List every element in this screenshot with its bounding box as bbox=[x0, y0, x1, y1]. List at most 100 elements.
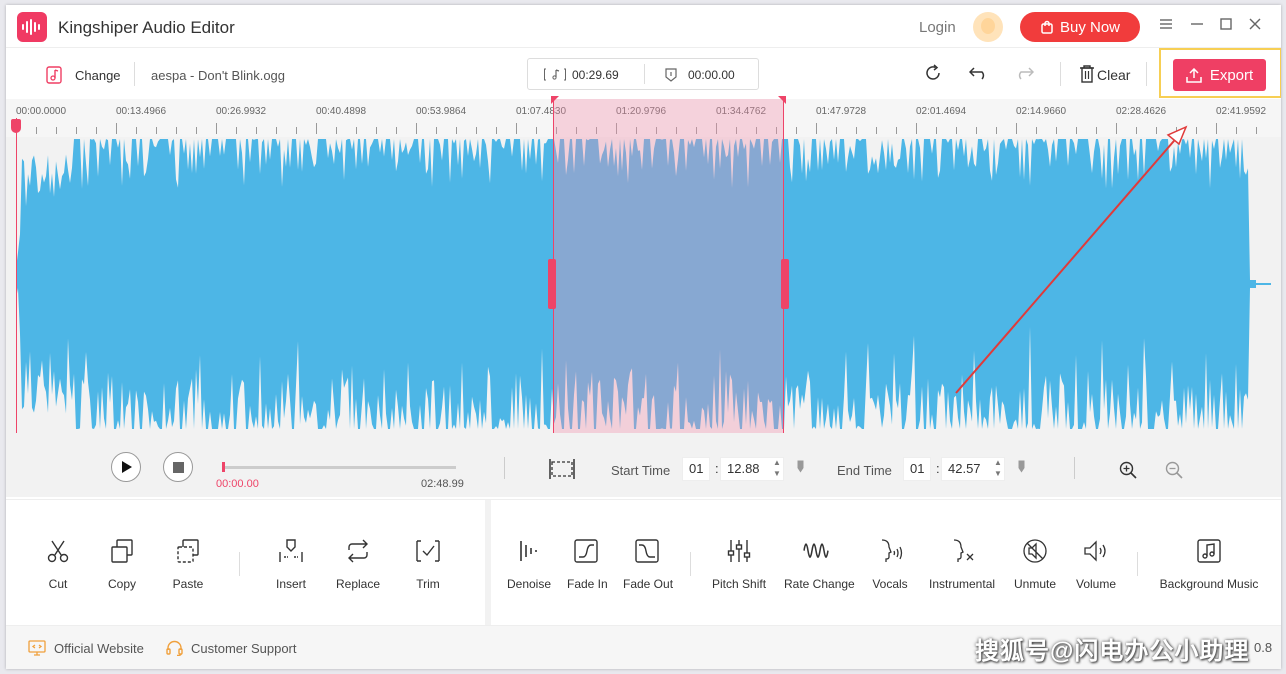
trim-icon bbox=[416, 540, 440, 562]
export-button[interactable]: Export bbox=[1173, 59, 1266, 91]
ruler-tick bbox=[536, 127, 537, 134]
trim-label: Trim bbox=[416, 577, 440, 591]
fade-out-icon bbox=[635, 539, 659, 563]
ruler-tick bbox=[396, 127, 397, 134]
play-button[interactable] bbox=[111, 452, 141, 482]
maximize-icon[interactable] bbox=[1218, 17, 1234, 33]
unmute-label: Unmute bbox=[1013, 577, 1057, 591]
refresh-icon[interactable] bbox=[924, 64, 942, 82]
select-range-icon[interactable] bbox=[549, 458, 575, 480]
avatar[interactable] bbox=[973, 12, 1003, 42]
rate-change-tool[interactable]: Rate Change bbox=[784, 538, 855, 591]
redo-icon[interactable] bbox=[1014, 66, 1034, 80]
replace-tool[interactable]: Replace bbox=[336, 538, 380, 591]
start-time-stepper[interactable]: ▲ ▼ bbox=[773, 457, 781, 479]
play-icon bbox=[122, 461, 132, 473]
copy-icon bbox=[111, 539, 133, 563]
official-website-link[interactable]: Official Website bbox=[28, 640, 144, 656]
ruler-tick bbox=[316, 123, 317, 134]
cut-label: Cut bbox=[48, 577, 68, 591]
title-bar: Kingshiper Audio Editor Login Buy Now bbox=[6, 5, 1281, 47]
pin-icon[interactable] bbox=[1018, 460, 1025, 473]
ruler-tick bbox=[516, 123, 517, 134]
zoom-out-icon[interactable] bbox=[1165, 461, 1183, 479]
official-website-label: Official Website bbox=[54, 640, 144, 656]
progress-handle[interactable] bbox=[222, 462, 225, 472]
selection-end-marker bbox=[777, 96, 786, 104]
ruler-tick bbox=[916, 123, 917, 134]
ruler-tick bbox=[36, 127, 37, 134]
ruler-tick bbox=[1236, 127, 1237, 134]
monitor-icon bbox=[28, 640, 46, 656]
volume-tool[interactable]: Volume bbox=[1075, 538, 1117, 591]
app-window: Kingshiper Audio Editor Login Buy Now Ch… bbox=[6, 5, 1281, 669]
watermark: 搜狐号@闪电办公小助理 bbox=[975, 638, 1250, 665]
end-time-stepper[interactable]: ▲ ▼ bbox=[994, 457, 1002, 479]
vocals-tool[interactable]: Vocals bbox=[872, 538, 908, 591]
tools-panel: Cut Copy Paste Insert Replace Trim Denoi… bbox=[6, 499, 1281, 626]
divider bbox=[239, 552, 240, 576]
customer-support-link[interactable]: Customer Support bbox=[166, 640, 297, 656]
change-button[interactable]: Change bbox=[75, 68, 121, 83]
ruler-tick bbox=[76, 127, 77, 134]
playback-progress[interactable] bbox=[222, 466, 456, 469]
selection-region[interactable] bbox=[548, 96, 789, 433]
cut-tool[interactable]: Cut bbox=[44, 538, 72, 591]
trash-icon[interactable] bbox=[1079, 65, 1095, 83]
copy-tool[interactable]: Copy bbox=[106, 538, 138, 591]
ruler-tick bbox=[196, 127, 197, 134]
mute-icon bbox=[1023, 539, 1047, 563]
timeline[interactable]: 00:00.0000 00:13.4966 00:26.9932 00:40.4898… bbox=[6, 96, 1281, 439]
selection-start-handle[interactable] bbox=[548, 259, 557, 309]
pin-icon[interactable] bbox=[797, 460, 804, 473]
login-link[interactable]: Login bbox=[919, 19, 956, 36]
music-file-icon[interactable] bbox=[46, 66, 62, 84]
ruler-tick bbox=[376, 127, 377, 134]
buy-now-label: Buy Now bbox=[1059, 18, 1121, 36]
fade-in-tool[interactable]: Fade In bbox=[567, 538, 608, 591]
ruler-tick bbox=[836, 127, 837, 134]
vocals-label: Vocals bbox=[872, 577, 908, 591]
selection-end-handle[interactable] bbox=[780, 259, 789, 309]
ruler-tick bbox=[496, 127, 497, 134]
ruler-time-label: 00:13.4966 bbox=[116, 106, 167, 117]
ruler-tick bbox=[856, 127, 857, 134]
zoom-in-icon[interactable] bbox=[1119, 461, 1137, 479]
selection-start-marker bbox=[551, 96, 560, 104]
background-music-tool[interactable]: Background Music bbox=[1158, 538, 1260, 591]
export-label: Export bbox=[1209, 66, 1254, 84]
playhead[interactable] bbox=[16, 118, 17, 433]
insert-tool[interactable]: Insert bbox=[274, 538, 308, 591]
pitch-shift-tool[interactable]: Pitch Shift bbox=[712, 538, 766, 591]
playhead-handle[interactable] bbox=[11, 119, 21, 133]
start-minutes-input[interactable]: 01 bbox=[682, 457, 710, 481]
unmute-tool[interactable]: Unmute bbox=[1013, 538, 1057, 591]
menu-icon[interactable] bbox=[1158, 17, 1174, 33]
ruler-tick bbox=[336, 127, 337, 134]
ruler-tick bbox=[796, 127, 797, 134]
ruler-tick bbox=[156, 127, 157, 134]
end-time-label: End Time bbox=[837, 463, 892, 478]
ruler-tick bbox=[256, 127, 257, 134]
file-name: aespa - Don't Blink.ogg bbox=[151, 68, 286, 83]
stop-button[interactable] bbox=[163, 452, 193, 482]
instrumental-tool[interactable]: Instrumental bbox=[929, 538, 995, 591]
headset-icon bbox=[166, 640, 183, 656]
minimize-icon[interactable] bbox=[1189, 17, 1205, 33]
music-note-icon bbox=[1197, 539, 1221, 563]
undo-icon[interactable] bbox=[969, 66, 989, 80]
fade-in-icon bbox=[574, 539, 598, 563]
fade-out-tool[interactable]: Fade Out bbox=[623, 538, 673, 591]
app-logo-icon bbox=[17, 12, 47, 42]
insert-icon bbox=[279, 539, 303, 562]
end-minutes-input[interactable]: 01 bbox=[903, 457, 931, 481]
total-time: 02:48.99 bbox=[421, 478, 464, 490]
close-icon[interactable] bbox=[1247, 17, 1263, 33]
trim-tool[interactable]: Trim bbox=[415, 538, 441, 591]
denoise-tool[interactable]: Denoise bbox=[506, 538, 552, 591]
divider bbox=[690, 552, 691, 576]
replace-icon bbox=[348, 539, 368, 563]
clear-button[interactable]: Clear bbox=[1097, 67, 1130, 83]
paste-tool[interactable]: Paste bbox=[171, 538, 205, 591]
buy-now-button[interactable]: Buy Now bbox=[1020, 12, 1140, 42]
